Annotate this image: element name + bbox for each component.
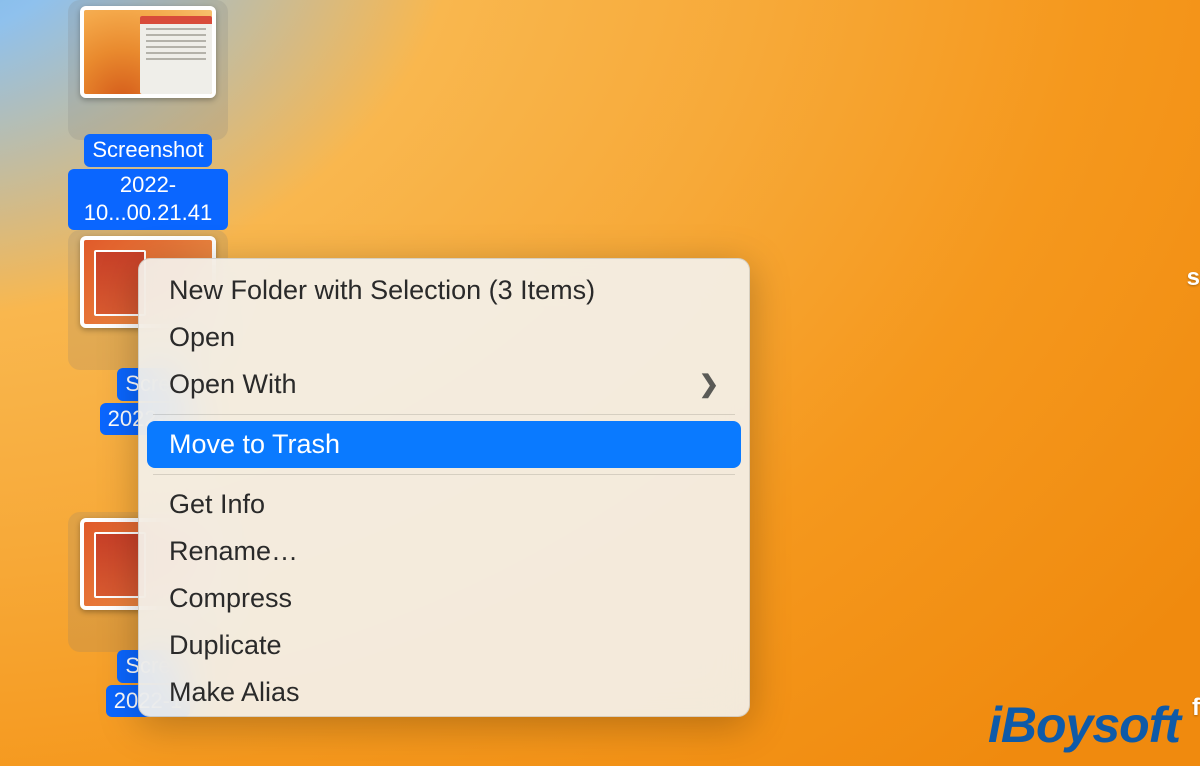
menu-item-open-with[interactable]: Open With ❯ xyxy=(147,361,741,408)
menu-item-get-info[interactable]: Get Info xyxy=(147,481,741,528)
menu-item-make-alias[interactable]: Make Alias xyxy=(147,669,741,716)
file-label-line1: Screenshot xyxy=(84,134,211,167)
watermark-text: iBoysoft xyxy=(988,697,1180,753)
menu-item-compress[interactable]: Compress xyxy=(147,575,741,622)
file-thumbnail xyxy=(80,6,216,98)
context-menu: New Folder with Selection (3 Items) Open… xyxy=(138,258,750,717)
menu-item-move-to-trash[interactable]: Move to Trash xyxy=(147,421,741,468)
menu-item-label: Make Alias xyxy=(169,677,300,708)
menu-item-new-folder-with-selection[interactable]: New Folder with Selection (3 Items) xyxy=(147,267,741,314)
watermark-logo: iBoysoft xyxy=(988,696,1180,754)
menu-item-label: Get Info xyxy=(169,489,265,520)
menu-item-label: Move to Trash xyxy=(169,429,340,460)
menu-item-duplicate[interactable]: Duplicate xyxy=(147,622,741,669)
menu-item-rename[interactable]: Rename… xyxy=(147,528,741,575)
menu-item-label: Rename… xyxy=(169,536,298,567)
edge-text-fragment: f xyxy=(1192,694,1200,722)
file-label: Screenshot 2022-10...00.21.41 xyxy=(68,134,228,230)
menu-separator xyxy=(153,414,735,415)
menu-item-label: Open With xyxy=(169,369,297,400)
edge-text-fragment: s xyxy=(1187,264,1200,292)
menu-item-label: Duplicate xyxy=(169,630,282,661)
file-label-line2: 2022-10...00.21.41 xyxy=(68,169,228,230)
menu-item-label: New Folder with Selection (3 Items) xyxy=(169,275,595,306)
desktop-file-1[interactable]: Screenshot 2022-10...00.21.41 xyxy=(68,6,228,230)
chevron-right-icon: ❯ xyxy=(699,370,719,399)
menu-item-open[interactable]: Open xyxy=(147,314,741,361)
menu-item-label: Compress xyxy=(169,583,292,614)
menu-item-label: Open xyxy=(169,322,235,353)
menu-separator xyxy=(153,474,735,475)
